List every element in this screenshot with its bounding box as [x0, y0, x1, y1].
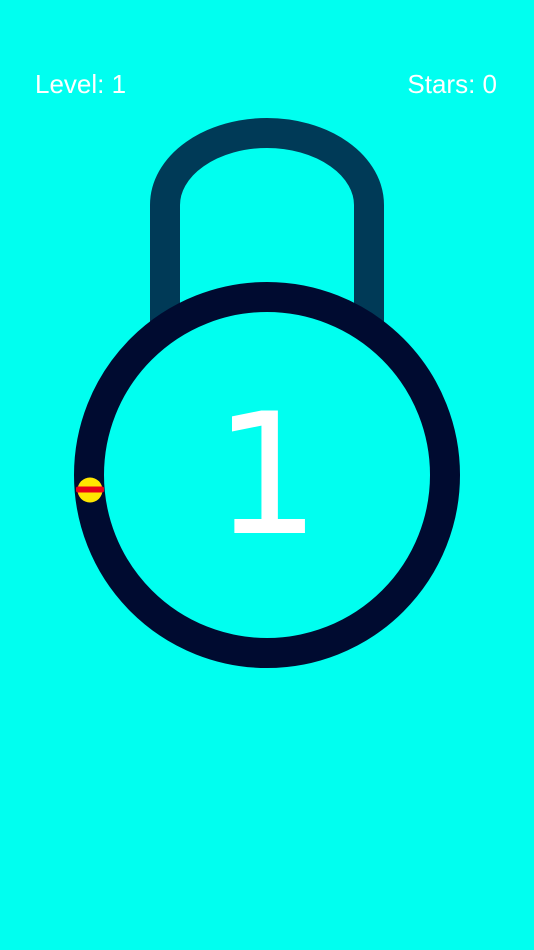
lock-number: 1	[213, 377, 321, 573]
